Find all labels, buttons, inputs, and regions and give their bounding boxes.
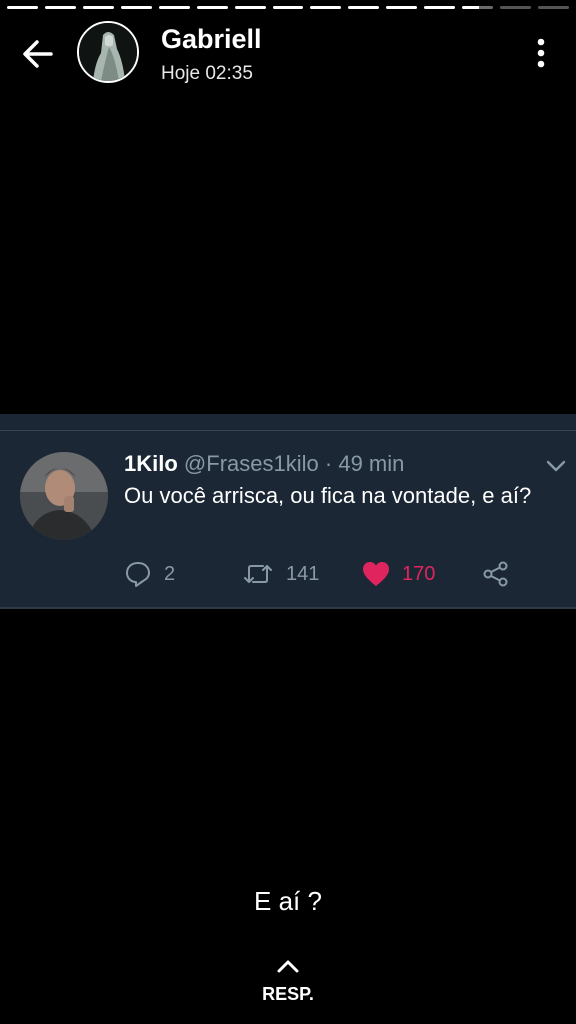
story-progress-segment	[538, 6, 569, 9]
share-icon	[483, 561, 508, 587]
back-button[interactable]	[18, 34, 58, 74]
post-timestamp: Hoje 02:35	[161, 63, 253, 84]
story-progress-segment	[348, 6, 380, 9]
comment-icon	[126, 562, 150, 587]
tweet-image-top-strip	[0, 414, 576, 430]
story-progress-segment	[500, 6, 532, 9]
story-progress-segment	[158, 6, 190, 9]
reply-count: 2	[164, 562, 176, 585]
story-progress-segment	[310, 6, 342, 9]
tweet-avatar	[20, 452, 108, 540]
story-progress-segment	[82, 6, 114, 9]
tweet-handle[interactable]: @Frases1kilo	[184, 451, 319, 476]
story-progress-segment	[386, 6, 418, 9]
retweet-action: 141	[242, 557, 319, 591]
share-action	[482, 557, 510, 591]
story-progress-segment	[424, 6, 456, 9]
like-count: 170	[402, 562, 436, 585]
story-progress-segment	[196, 6, 228, 9]
tweet-display-name[interactable]: 1Kilo	[124, 451, 178, 476]
user-avatar[interactable]	[77, 21, 139, 83]
story-caption: E aí ?	[254, 886, 322, 916]
more-vertical-icon	[537, 38, 545, 68]
tweet-avatar-image	[20, 452, 108, 540]
divider	[0, 607, 576, 609]
more-options-button[interactable]	[526, 36, 556, 72]
arrow-left-icon	[23, 40, 53, 68]
story-progress-segment	[120, 6, 152, 9]
retweet-icon	[244, 565, 272, 583]
story-progress-segment	[462, 6, 494, 9]
heart-icon	[363, 562, 389, 586]
tweet-time: 49 min	[338, 451, 405, 476]
chevron-down-icon	[546, 460, 566, 472]
user-name[interactable]: Gabriell	[161, 24, 262, 55]
chevron-up-icon[interactable]	[276, 958, 300, 974]
retweet-count: 141	[286, 562, 320, 585]
tweet-header: 1Kilo @Frases1kilo · 49 min	[124, 451, 404, 477]
like-action: 170	[362, 557, 435, 591]
story-progress-segment	[44, 6, 76, 9]
story-progress-segment	[234, 6, 266, 9]
story-progress-segment	[7, 6, 38, 9]
reply-button[interactable]: RESP.	[0, 984, 576, 1005]
tweet-card: 1Kilo @Frases1kilo · 49 min Ou você arri…	[0, 431, 576, 607]
reply-action: 2	[124, 557, 175, 591]
story-progress-segment	[272, 6, 304, 9]
story-progress-bar	[0, 6, 576, 9]
tweet-text: Ou você arrisca, ou fica na vontade, e a…	[124, 483, 532, 508]
avatar-image	[79, 23, 137, 81]
tweet-actions: 2 141 170	[0, 557, 576, 591]
tweet-separator: ·	[324, 451, 333, 476]
